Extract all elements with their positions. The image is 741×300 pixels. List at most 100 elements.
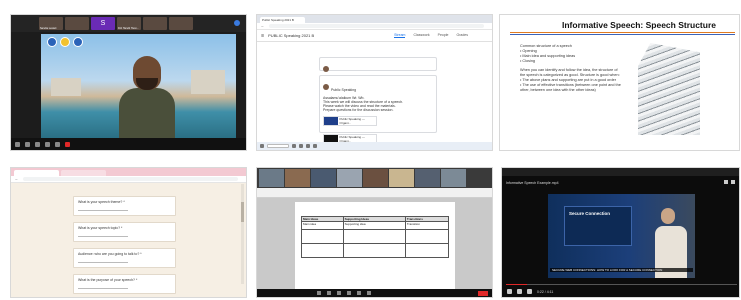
participant-tile[interactable] bbox=[65, 17, 89, 30]
classroom-panel: Public Speaking 2021 B ← ☰ PUBLIC Speaki… bbox=[256, 14, 493, 151]
participant-tile[interactable] bbox=[337, 169, 362, 187]
participant-tile[interactable]: Sandra Lestari bbox=[39, 17, 63, 30]
logo-icon bbox=[47, 37, 57, 47]
taskbar-app-icon[interactable] bbox=[313, 144, 317, 148]
clock-icon[interactable] bbox=[724, 180, 728, 184]
scrollbar[interactable] bbox=[241, 184, 244, 284]
taskbar-app-icon[interactable] bbox=[299, 144, 303, 148]
table-cell[interactable]: Transition bbox=[404, 221, 450, 230]
table-cell[interactable] bbox=[404, 229, 450, 244]
end-call-button[interactable] bbox=[65, 141, 70, 147]
tab-classwork[interactable]: Classwork bbox=[413, 33, 429, 38]
document-page[interactable]: Main Ideas Supporting Ideas Transitions … bbox=[295, 202, 455, 291]
back-icon[interactable]: ← bbox=[15, 177, 19, 181]
slide-line: other, between one idea with the other i… bbox=[520, 88, 596, 92]
answer-field[interactable] bbox=[78, 210, 128, 211]
document-share-panel: Main Ideas Supporting Ideas Transitions … bbox=[256, 167, 493, 298]
attachment-label: Public Speaking — Organi... bbox=[339, 117, 365, 125]
chat-icon[interactable] bbox=[347, 291, 351, 295]
presentation-screen: Secure Connection bbox=[564, 206, 632, 246]
attachment-thumbnail bbox=[324, 117, 338, 125]
url-field[interactable] bbox=[268, 24, 484, 28]
tab-people[interactable]: People bbox=[438, 33, 449, 38]
back-icon[interactable]: ← bbox=[261, 24, 265, 28]
classroom-nav: Stream Classwork People Grades bbox=[394, 33, 468, 38]
form-question[interactable]: What is the purpose of your speech? * bbox=[73, 274, 176, 294]
address-bar: ← bbox=[11, 176, 246, 183]
mic-icon[interactable] bbox=[317, 291, 321, 295]
answer-field[interactable] bbox=[78, 288, 128, 289]
participant-tile[interactable] bbox=[169, 17, 193, 30]
taskbar-app-icon[interactable] bbox=[306, 144, 310, 148]
participant-tile[interactable] bbox=[415, 169, 440, 187]
scrollbar-thumb[interactable] bbox=[241, 202, 244, 222]
building-image bbox=[638, 43, 700, 135]
video-frame[interactable]: Secure Connection SECURE WEB CONNECTIONS… bbox=[548, 194, 695, 278]
browser-tab-strip: Public Speaking 2021 B bbox=[257, 15, 492, 23]
record-icon[interactable] bbox=[367, 291, 371, 295]
mic-icon[interactable] bbox=[15, 141, 20, 147]
attachment[interactable]: Public Speaking — Organi... bbox=[323, 116, 377, 126]
tab-stream[interactable]: Stream bbox=[394, 33, 406, 38]
url-field[interactable] bbox=[22, 177, 238, 181]
participant-tile[interactable] bbox=[441, 169, 466, 187]
camera-icon[interactable] bbox=[327, 291, 331, 295]
browser-tab[interactable]: Public Speaking 2021 B bbox=[260, 17, 305, 23]
question-label: What is your speech topic? * bbox=[78, 226, 123, 230]
form-question[interactable]: Audience: who are you going to talk to? … bbox=[73, 248, 176, 268]
next-icon[interactable] bbox=[517, 289, 522, 294]
play-icon[interactable] bbox=[507, 289, 512, 294]
answer-field[interactable] bbox=[78, 236, 128, 237]
table-cell[interactable]: Main idea bbox=[301, 221, 344, 230]
participant-tile-initial[interactable]: S bbox=[91, 17, 115, 30]
player-top-icons bbox=[724, 180, 735, 184]
stream-post[interactable]: Class 2021 B - Dear students, please rea… bbox=[319, 57, 437, 92]
participant-tile[interactable] bbox=[389, 169, 414, 187]
video-progress[interactable] bbox=[506, 284, 737, 285]
presenter-head bbox=[661, 208, 675, 224]
slide-title: Informative Speech: Speech Structure bbox=[562, 20, 716, 30]
menu-icon[interactable]: ☰ bbox=[261, 34, 264, 38]
stream-post[interactable]: Public Speaking Assalamu'alaikum Wr. Wb.… bbox=[319, 75, 437, 144]
participant-tile[interactable] bbox=[285, 169, 310, 187]
taskbar-search[interactable] bbox=[267, 144, 289, 148]
participants-icon[interactable] bbox=[35, 141, 40, 147]
share-screen-icon[interactable] bbox=[55, 141, 60, 147]
participant-tile[interactable]: Fitri Handri Husn... bbox=[117, 17, 141, 30]
avatar bbox=[323, 65, 329, 72]
answer-field[interactable] bbox=[78, 262, 128, 263]
screen-text: Secure Connection bbox=[569, 211, 611, 216]
table-row: Main idea Supporting idea Transition bbox=[301, 221, 450, 230]
video-progress-fill bbox=[506, 284, 527, 285]
chat-icon[interactable] bbox=[45, 141, 50, 147]
participant-tile[interactable] bbox=[143, 17, 167, 30]
participants-icon[interactable] bbox=[337, 291, 341, 295]
participant-strip: Sandra Lestari S Fitri Handri Husn... bbox=[11, 15, 246, 32]
participant-tile[interactable] bbox=[363, 169, 388, 187]
browser-tab[interactable] bbox=[61, 170, 106, 176]
participant-tile[interactable] bbox=[259, 169, 284, 187]
video-time: 0:22 / 4:11 bbox=[537, 289, 554, 294]
windows-icon[interactable] bbox=[260, 144, 264, 148]
table-cell[interactable] bbox=[342, 229, 406, 244]
table-cell[interactable] bbox=[404, 243, 450, 258]
share-icon[interactable] bbox=[731, 180, 735, 184]
share-screen-icon[interactable] bbox=[357, 291, 361, 295]
table-cell[interactable] bbox=[301, 229, 344, 244]
question-label: What is your speech theme? * bbox=[78, 200, 125, 204]
participant-tile[interactable] bbox=[311, 169, 336, 187]
browser-tab[interactable] bbox=[14, 170, 59, 176]
volume-icon[interactable] bbox=[527, 289, 532, 294]
taskbar-app-icon[interactable] bbox=[292, 144, 296, 148]
form-question[interactable]: What is your speech theme? * bbox=[73, 196, 176, 216]
table-cell[interactable]: Supporting idea bbox=[342, 221, 406, 230]
form-question[interactable]: What is your speech topic? * bbox=[73, 222, 176, 242]
table-cell[interactable] bbox=[301, 243, 344, 258]
end-call-button[interactable] bbox=[478, 291, 488, 296]
camera-icon[interactable] bbox=[25, 141, 30, 147]
post-author: Public Speaking bbox=[331, 88, 357, 92]
browser-tab-strip bbox=[11, 168, 246, 176]
question-label: What is the purpose of your speech? * bbox=[78, 278, 138, 282]
tab-grades[interactable]: Grades bbox=[457, 33, 468, 38]
table-cell[interactable] bbox=[342, 243, 406, 258]
